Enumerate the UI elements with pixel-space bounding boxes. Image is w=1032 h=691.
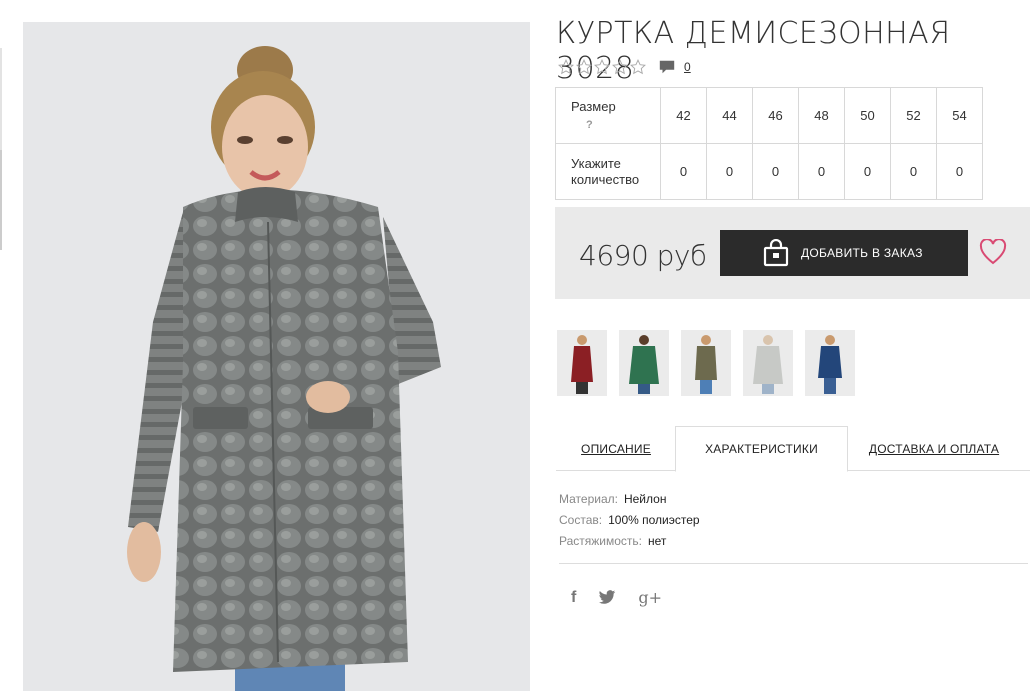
spec-row-material: Материал: Нейлон [559, 489, 700, 510]
spec-key: Материал: [559, 492, 618, 506]
star-icon[interactable] [612, 59, 628, 75]
shopping-bag-icon [763, 239, 789, 267]
quantity-input[interactable]: 0 [936, 143, 983, 200]
size-row: Размер ? 42 44 46 48 50 52 54 [555, 87, 983, 144]
google-plus-icon[interactable]: g+ [638, 588, 662, 607]
product-price: 4690 руб [579, 239, 707, 272]
thumbnail-olive-coat[interactable] [681, 330, 731, 396]
size-cell: 42 [660, 87, 707, 144]
size-label: Размер [571, 98, 616, 114]
size-help-link[interactable]: ? [571, 117, 660, 133]
quantity-row: Укажите количество 0 0 0 0 0 0 0 [555, 143, 983, 200]
comment-icon[interactable] [658, 58, 676, 76]
quantity-input[interactable]: 0 [660, 143, 707, 200]
quantity-label-cell: Укажите количество [555, 143, 661, 200]
left-edge-bar-dark [0, 150, 2, 250]
spec-value: 100% полиэстер [608, 513, 700, 527]
tab-characteristics[interactable]: ХАРАКТЕРИСТИКИ [675, 426, 848, 472]
spec-key: Растяжимость: [559, 534, 643, 548]
quantity-input[interactable]: 0 [706, 143, 753, 200]
thumbnail-light-grey-coat[interactable] [743, 330, 793, 396]
thumbnail-red-coat[interactable] [557, 330, 607, 396]
size-cell: 54 [936, 87, 983, 144]
quantity-input[interactable]: 0 [752, 143, 799, 200]
tab-delivery-payment[interactable]: ДОСТАВКА И ОПЛАТА [848, 426, 1020, 471]
spec-key: Состав: [559, 513, 603, 527]
size-cell: 50 [844, 87, 891, 144]
star-icon[interactable] [630, 59, 646, 75]
size-cell: 52 [890, 87, 937, 144]
comments-count-link[interactable]: 0 [684, 60, 691, 74]
divider [559, 563, 1028, 564]
star-icon[interactable] [576, 59, 592, 75]
characteristics-list: Материал: Нейлон Состав: 100% полиэстер Ра… [559, 489, 700, 552]
facebook-icon[interactable]: f [571, 589, 576, 607]
quantity-label-line1: Укажите [571, 155, 621, 171]
tab-description[interactable]: ОПИСАНИЕ [556, 426, 676, 471]
model-in-coat-image [23, 22, 530, 691]
social-share: f g+ [571, 588, 684, 607]
spec-value: нет [648, 534, 667, 548]
size-cell: 46 [752, 87, 799, 144]
size-cell: 48 [798, 87, 845, 144]
spec-row-stretch: Растяжимость: нет [559, 531, 700, 552]
product-tabs: ОПИСАНИЕ ХАРАКТЕРИСТИКИ ДОСТАВКА И ОПЛАТ… [556, 426, 1030, 472]
add-to-order-button[interactable]: ДОБАВИТЬ В ЗАКАЗ [720, 230, 968, 276]
spec-value: Нейлон [623, 492, 667, 506]
star-icon[interactable] [594, 59, 610, 75]
size-cell: 44 [706, 87, 753, 144]
product-main-photo[interactable] [23, 22, 530, 691]
quantity-input[interactable]: 0 [844, 143, 891, 200]
wishlist-heart-icon[interactable] [979, 239, 1007, 265]
buy-box: 4690 руб ДОБАВИТЬ В ЗАКАЗ [555, 207, 1030, 299]
quantity-label-line2: количество [571, 171, 640, 187]
quantity-input[interactable]: 0 [798, 143, 845, 200]
thumbnail-blue-coat[interactable] [805, 330, 855, 396]
star-icon[interactable] [558, 59, 574, 75]
rating-row: 0 [558, 58, 691, 76]
twitter-icon[interactable] [598, 590, 616, 605]
color-thumbnails [557, 330, 867, 396]
quantity-input[interactable]: 0 [890, 143, 937, 200]
add-to-order-label: ДОБАВИТЬ В ЗАКАЗ [801, 246, 923, 260]
size-label-cell: Размер ? [555, 87, 661, 144]
size-quantity-table: Размер ? 42 44 46 48 50 52 54 Укажите ко… [555, 87, 983, 200]
thumbnail-green-coat[interactable] [619, 330, 669, 396]
spec-row-composition: Состав: 100% полиэстер [559, 510, 700, 531]
